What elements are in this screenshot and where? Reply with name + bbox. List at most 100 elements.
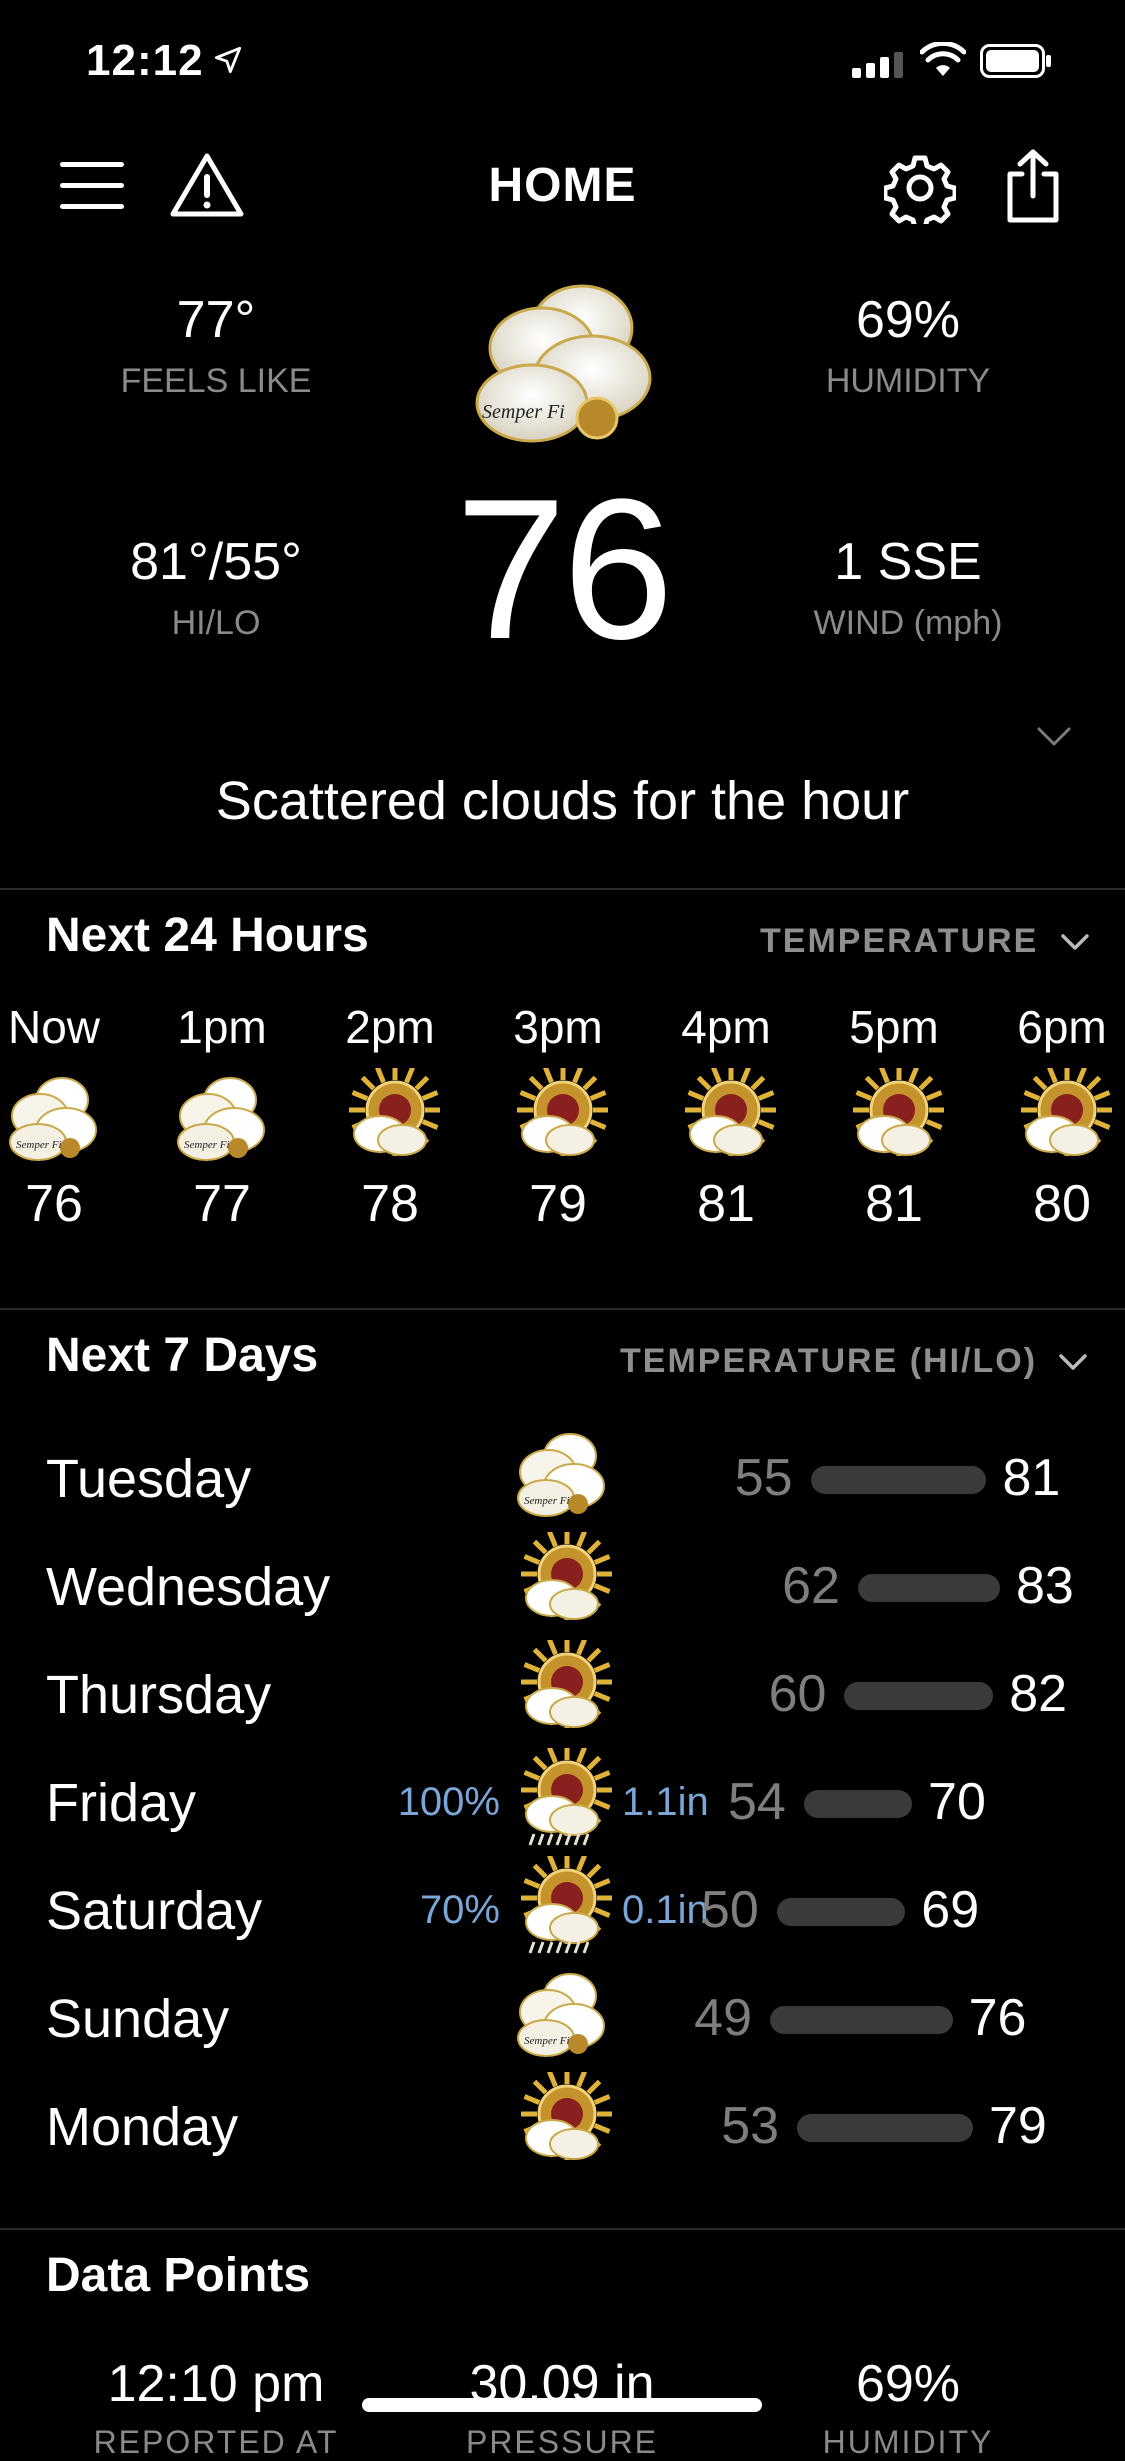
cloudy-icon: Semper Fi bbox=[177, 1077, 265, 1161]
temperature-range-bar bbox=[797, 2114, 973, 2142]
cellular-signal-icon bbox=[852, 52, 903, 78]
data-humidity-label: HUMIDITY bbox=[822, 2424, 994, 2460]
high-temperature: 69 bbox=[921, 1881, 980, 1939]
partly-sunny-icon bbox=[1021, 1064, 1113, 1156]
temperature-range-bar bbox=[844, 1682, 994, 1710]
high-temperature: 79 bbox=[988, 2097, 1047, 2155]
daily-metric-select[interactable]: TEMPERATURE (HI/LO) bbox=[620, 1342, 1088, 1381]
temperature-range-bar bbox=[857, 1574, 1000, 1602]
svg-text:Semper Fi: Semper Fi bbox=[184, 1139, 230, 1151]
divider bbox=[0, 2228, 1125, 2230]
hour-temperature: 79 bbox=[529, 1175, 587, 1233]
hour-time: Now bbox=[7, 1001, 101, 1053]
daily-metric-label: TEMPERATURE (HI/LO) bbox=[620, 1342, 1038, 1380]
high-temperature: 76 bbox=[968, 1989, 1027, 2047]
divider bbox=[0, 1308, 1125, 1310]
high-temperature: 83 bbox=[1016, 1557, 1074, 1615]
temperature-range-bar bbox=[810, 1466, 987, 1494]
hour-temperature: 81 bbox=[865, 1175, 923, 1233]
partly-sunny-icon bbox=[853, 1064, 945, 1156]
share-icon[interactable] bbox=[1004, 148, 1062, 224]
low-temperature: 54 bbox=[727, 1773, 786, 1831]
hour-column: 4pm 81 bbox=[656, 1000, 796, 1234]
data-humidity-value: 69% bbox=[855, 2355, 961, 2413]
partly-sunny-icon bbox=[349, 1064, 441, 1156]
feels-like-value: 77° bbox=[176, 291, 256, 349]
daily-section-title: Next 7 Days bbox=[46, 1329, 319, 1382]
hour-column: 3pm 79 bbox=[488, 1000, 628, 1234]
humidity-label: HUMIDITY bbox=[825, 362, 991, 400]
chevron-down-icon bbox=[1060, 934, 1089, 950]
home-indicator[interactable] bbox=[362, 2398, 762, 2412]
wifi-icon bbox=[920, 42, 966, 76]
hour-column: 6pm 80 bbox=[992, 1000, 1125, 1234]
low-temperature: 50 bbox=[700, 1881, 759, 1939]
hourly-metric-label: TEMPERATURE bbox=[760, 922, 1039, 960]
pressure-label: PRESSURE bbox=[465, 2424, 659, 2460]
hourly-metric-select[interactable]: TEMPERATURE bbox=[760, 922, 1090, 961]
temperature-range-bar bbox=[803, 1790, 913, 1818]
partly-sunny-icon bbox=[685, 1064, 777, 1156]
hour-column: 1pm Semper Fi 77 bbox=[152, 1000, 292, 1234]
hour-time: 6pm bbox=[1017, 1001, 1107, 1053]
rain-icon bbox=[521, 1748, 612, 1846]
feels-like-label: FEELS LIKE bbox=[120, 362, 312, 400]
conditions-summary: Scattered clouds for the hour bbox=[215, 771, 910, 831]
data-points-title: Data Points bbox=[46, 2249, 311, 2302]
hour-temperature: 76 bbox=[25, 1175, 83, 1233]
low-temperature: 62 bbox=[782, 1557, 840, 1615]
low-temperature: 60 bbox=[768, 1665, 827, 1723]
partly-sunny-icon bbox=[521, 1640, 612, 1728]
hour-column: 5pm 81 bbox=[824, 1000, 964, 1234]
svg-text:Semper Fi: Semper Fi bbox=[524, 1495, 570, 1507]
partly-sunny-icon bbox=[521, 1532, 612, 1620]
svg-text:Semper Fi: Semper Fi bbox=[482, 401, 565, 423]
reported-at-value: 12:10 pm bbox=[107, 2355, 325, 2413]
rain-icon bbox=[521, 1856, 612, 1954]
day-name: Saturday bbox=[46, 1881, 263, 1941]
high-temperature: 70 bbox=[928, 1773, 986, 1831]
hour-time: 2pm bbox=[345, 1001, 435, 1053]
day-name: Thursday bbox=[46, 1665, 272, 1725]
low-temperature: 55 bbox=[734, 1449, 793, 1507]
low-temperature: 49 bbox=[694, 1989, 752, 2047]
settings-gear-icon[interactable] bbox=[884, 152, 956, 224]
hour-column: 2pm 78 bbox=[320, 1000, 460, 1234]
day-name: Sunday bbox=[46, 1989, 230, 2049]
high-temperature: 82 bbox=[1009, 1665, 1068, 1723]
hour-temperature: 80 bbox=[1033, 1175, 1091, 1233]
battery-icon bbox=[980, 44, 1051, 78]
hour-temperature: 81 bbox=[697, 1175, 755, 1233]
day-name: Monday bbox=[46, 2097, 239, 2157]
hour-time: 5pm bbox=[849, 1001, 939, 1053]
high-temperature: 81 bbox=[1002, 1449, 1061, 1507]
status-time: 12:12 bbox=[86, 36, 204, 85]
hour-time: 3pm bbox=[513, 1001, 603, 1053]
svg-text:Semper Fi: Semper Fi bbox=[524, 2035, 570, 2047]
chevron-down-icon[interactable] bbox=[1036, 726, 1072, 748]
cloudy-icon: Semper Fi bbox=[517, 1433, 605, 1517]
precip-chance: 100% bbox=[397, 1780, 500, 1824]
location-arrow-icon bbox=[214, 46, 242, 74]
partly-sunny-icon bbox=[521, 2072, 612, 2160]
page-title: HOME bbox=[488, 159, 637, 212]
hour-time: 1pm bbox=[177, 1001, 267, 1053]
cloudy-icon: Semper Fi bbox=[9, 1077, 97, 1161]
cloudy-icon: Semper Fi bbox=[517, 1973, 605, 2057]
semper-fi-cloudy-icon: Semper Fi bbox=[475, 284, 652, 443]
day-name: Wednesday bbox=[46, 1557, 331, 1617]
divider bbox=[0, 888, 1125, 890]
precip-chance: 70% bbox=[419, 1888, 500, 1932]
svg-text:Semper Fi: Semper Fi bbox=[16, 1139, 62, 1151]
hour-time: 4pm bbox=[681, 1001, 771, 1053]
partly-sunny-icon bbox=[517, 1064, 609, 1156]
hour-temperature: 78 bbox=[361, 1175, 419, 1233]
low-temperature: 53 bbox=[721, 2097, 780, 2155]
day-name: Tuesday bbox=[46, 1449, 252, 1509]
temperature-range-bar bbox=[776, 1898, 906, 1926]
chevron-down-icon bbox=[1059, 1354, 1088, 1370]
current-temperature: 76 bbox=[455, 458, 673, 681]
day-name: Friday bbox=[46, 1773, 197, 1833]
humidity-value: 69% bbox=[855, 291, 961, 349]
hour-temperature: 77 bbox=[193, 1175, 251, 1233]
